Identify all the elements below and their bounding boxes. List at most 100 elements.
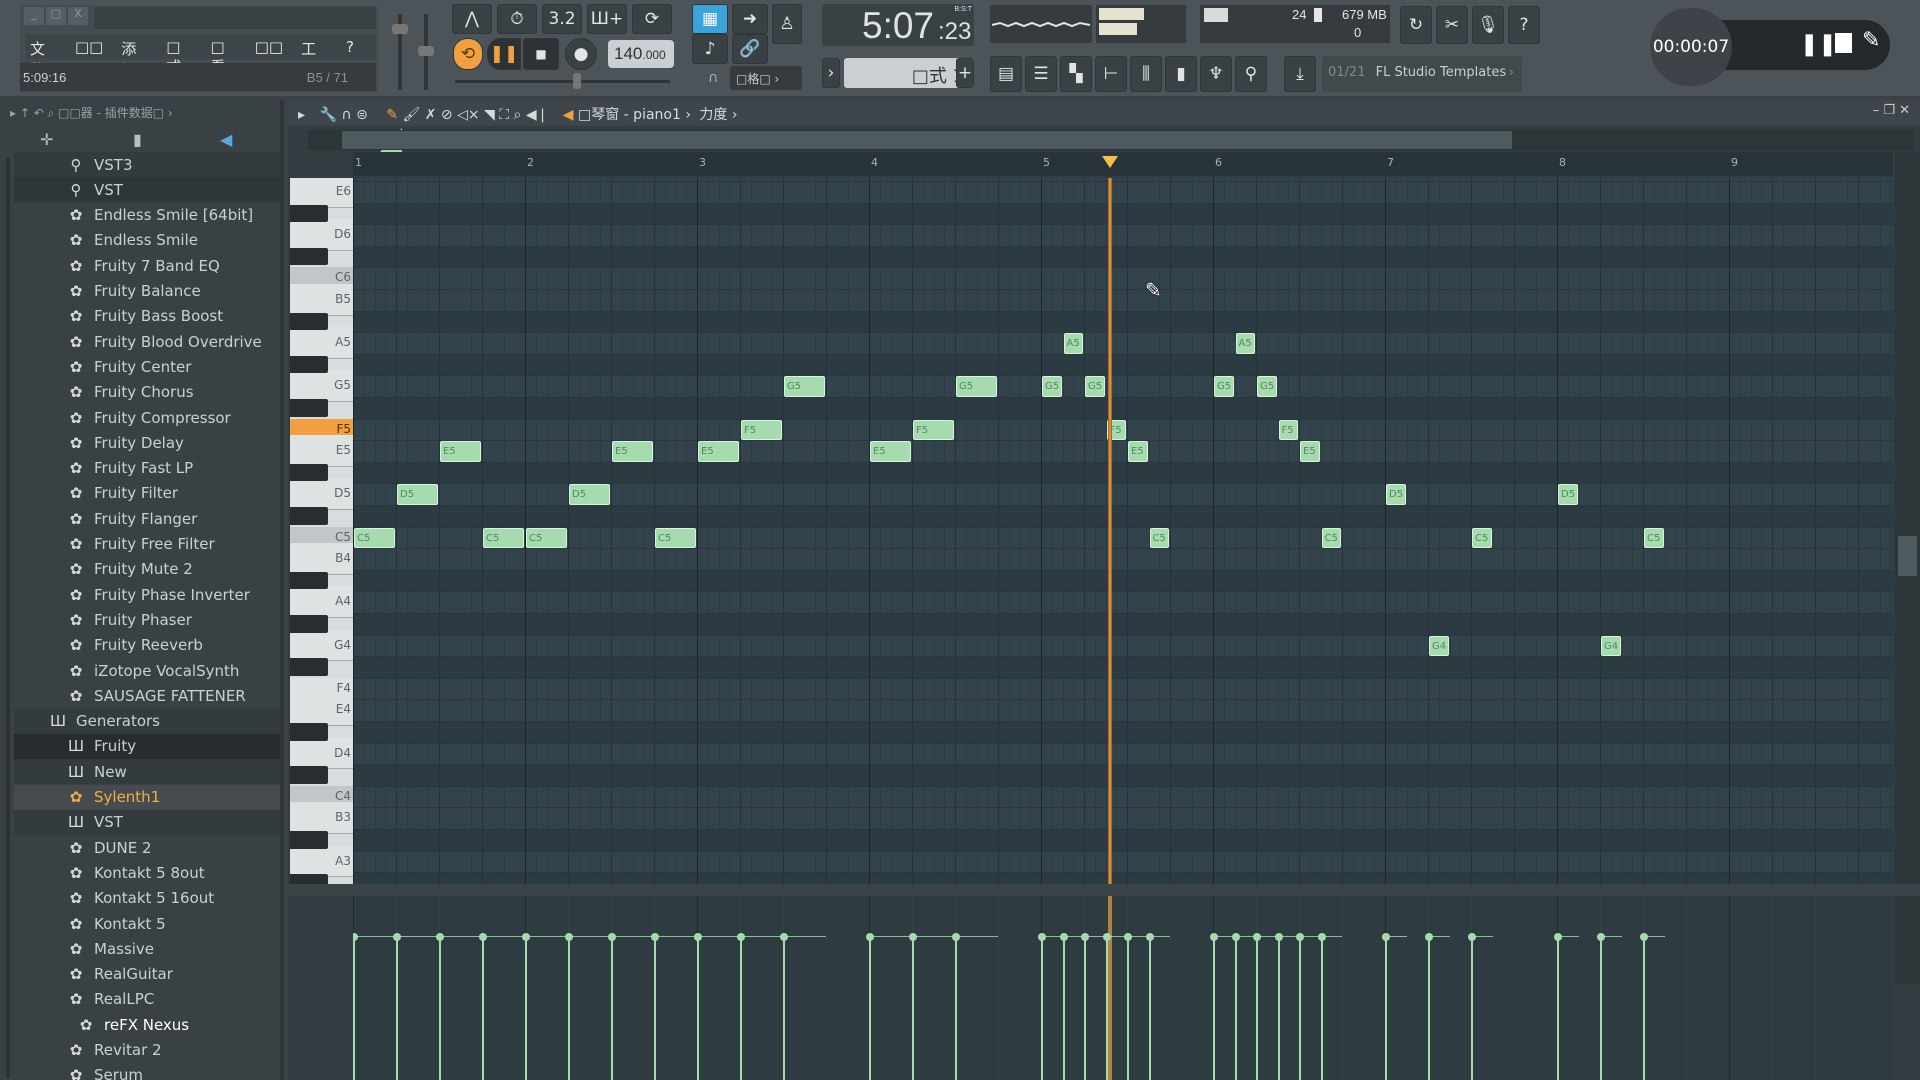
velocity-handle[interactable] [1102, 933, 1111, 942]
vertical-scroll-thumb[interactable] [1898, 536, 1917, 576]
menu-item-6[interactable]: 工具 [301, 38, 328, 79]
event-target[interactable]: 力度 [699, 107, 727, 123]
brush-icon[interactable]: 🖌 [402, 107, 420, 123]
white-key[interactable]: A5 [290, 327, 353, 359]
menu-item-4[interactable]: □看 [210, 38, 236, 76]
velocity-handle[interactable] [1059, 933, 1068, 942]
mixer-icon[interactable]: ⫼ [1130, 56, 1162, 92]
browser-item[interactable]: ✿ Fruity Chorus [14, 380, 280, 405]
note[interactable]: F5 [1278, 419, 1298, 441]
browser-item[interactable]: ✿ Fruity Mute 2 [14, 557, 280, 582]
velocity-handle[interactable] [1597, 933, 1605, 942]
velocity-bar[interactable] [353, 936, 355, 1080]
velocity-handle[interactable] [1317, 933, 1326, 942]
browser-item[interactable]: ✿ RealLPC [14, 987, 280, 1012]
white-key[interactable]: D6 [290, 219, 353, 251]
velocity-handle[interactable] [952, 933, 960, 942]
browser-item[interactable]: ✿ reFX Nexus [14, 1012, 280, 1037]
metronome-tool-button[interactable]: ⋀ [452, 4, 492, 34]
horizontal-scrollbar[interactable] [308, 130, 1914, 150]
magnet-icon[interactable]: ∩ [341, 107, 351, 123]
velocity-handle[interactable] [651, 933, 659, 942]
browser-item[interactable]: ✿ Fruity Filter [14, 481, 280, 506]
white-key[interactable]: D5 [290, 478, 353, 510]
velocity-handle[interactable] [393, 933, 401, 942]
browser-item[interactable]: ✿ SAUSAGE FATTENER [14, 683, 280, 708]
countdown-button[interactable]: 3.2 [542, 4, 582, 34]
note[interactable]: G5 [1214, 376, 1234, 397]
note[interactable]: E5 [1128, 441, 1148, 462]
velocity-handle[interactable] [1231, 933, 1240, 942]
velocity-handle[interactable] [522, 933, 530, 942]
velocity-handle[interactable] [479, 933, 487, 942]
master-knob-icon[interactable]: ♙ [772, 4, 802, 44]
pause-button[interactable]: ❚❚ [487, 38, 521, 70]
piano-roll-icon[interactable]: ▚ [1060, 56, 1092, 92]
black-key[interactable] [290, 463, 328, 482]
velocity-bar[interactable] [525, 936, 527, 1080]
note[interactable]: C5 [1644, 527, 1664, 549]
arrow-right-icon[interactable]: ➜ [732, 4, 768, 34]
minimize-button[interactable]: _ [24, 7, 44, 25]
note-icon[interactable]: ♪ [692, 34, 728, 64]
browser-item[interactable]: ✿ Fruity Reeverb [14, 633, 280, 658]
velocity-bar[interactable] [1148, 936, 1151, 1080]
cut-tool-icon[interactable]: ✂ [1436, 6, 1468, 44]
velocity-bar[interactable] [1041, 936, 1043, 1080]
velocity-bar[interactable] [1234, 936, 1237, 1080]
browser-item[interactable]: ✿ Fruity Phaser [14, 607, 280, 632]
browser-item[interactable]: ✿ Kontakt 5 16out [14, 886, 280, 911]
wrench-icon[interactable]: 🔧 [319, 107, 336, 123]
loop-record-button[interactable]: ⟳ [632, 4, 672, 34]
pattern-selector[interactable]: □式 1 [844, 58, 974, 88]
velocity-bar[interactable] [1299, 936, 1301, 1080]
velocity-bar[interactable] [1062, 936, 1065, 1080]
menu-item-3[interactable]: □式 [166, 38, 192, 76]
velocity-handle[interactable] [565, 933, 573, 942]
note[interactable]: E5 [1300, 441, 1320, 462]
menu-item-2[interactable]: 添加 [121, 38, 148, 79]
playback-icon[interactable]: ◀❘ [526, 107, 549, 123]
song-position-display[interactable]: 5:07 :23 B:S:T [822, 4, 974, 46]
record-button[interactable]: ● [565, 38, 597, 70]
recorder-pen-icon[interactable]: ✎ [1862, 28, 1880, 53]
mute-tool-icon[interactable]: ⊘ [441, 107, 453, 123]
browser-item[interactable]: ✿ Fruity Fast LP [14, 456, 280, 481]
velocity-handle[interactable] [780, 933, 788, 942]
note[interactable]: G5 [784, 376, 825, 397]
note[interactable]: G5 [956, 376, 997, 397]
black-key[interactable] [290, 831, 328, 849]
vertical-scrollbar[interactable] [1895, 152, 1920, 984]
browser-item[interactable]: ✿ Endless Smile [64bit] [14, 203, 280, 228]
velocity-bar[interactable] [740, 936, 742, 1080]
note[interactable]: G4 [1601, 635, 1621, 657]
velocity-bar[interactable] [1557, 936, 1559, 1080]
velocity-handle[interactable] [1274, 933, 1283, 942]
browser-item[interactable]: ✿ Fruity Delay [14, 430, 280, 455]
velocity-handle[interactable] [1640, 933, 1648, 942]
white-key[interactable]: E6 [290, 178, 353, 208]
menu-arrow-icon[interactable]: ▸ [298, 107, 305, 123]
browser-icon[interactable]: ⊢ [1095, 56, 1127, 92]
pattern-song-toggle[interactable]: ⟲ [453, 38, 483, 70]
plugin-icon[interactable]: ♆ [1200, 56, 1232, 92]
black-key[interactable] [290, 723, 328, 741]
file-icon[interactable]: ▮ [133, 130, 142, 149]
velocity-handle[interactable] [1253, 933, 1261, 942]
speaker-icon[interactable]: ◀ [563, 107, 574, 123]
black-key[interactable] [290, 312, 328, 331]
velocity-bar[interactable] [1277, 936, 1280, 1080]
browser-item[interactable]: ✿ Fruity Center [14, 354, 280, 379]
white-key[interactable]: B4 [290, 543, 353, 575]
browser-item[interactable]: ⚲ VST3 [14, 152, 280, 177]
step-edit-button[interactable]: Ш+ [587, 4, 627, 34]
velocity-handle[interactable] [1210, 933, 1218, 942]
velocity-bar[interactable] [1385, 936, 1387, 1080]
black-key[interactable] [290, 507, 328, 525]
browser-item[interactable]: ⚲ VST [14, 177, 280, 203]
white-key[interactable]: D4 [290, 737, 353, 770]
velocity-handle[interactable] [1145, 933, 1154, 942]
plugin-speaker-icon[interactable]: ◀ [220, 130, 232, 149]
velocity-handle[interactable] [608, 933, 616, 942]
note-grid[interactable]: C5 D5 E5 C5 C5 D5 E5 C5 E5 F5 G5 E5 F5 G5 G5 A5 G5 F5 E5 C5… [353, 178, 1893, 884]
